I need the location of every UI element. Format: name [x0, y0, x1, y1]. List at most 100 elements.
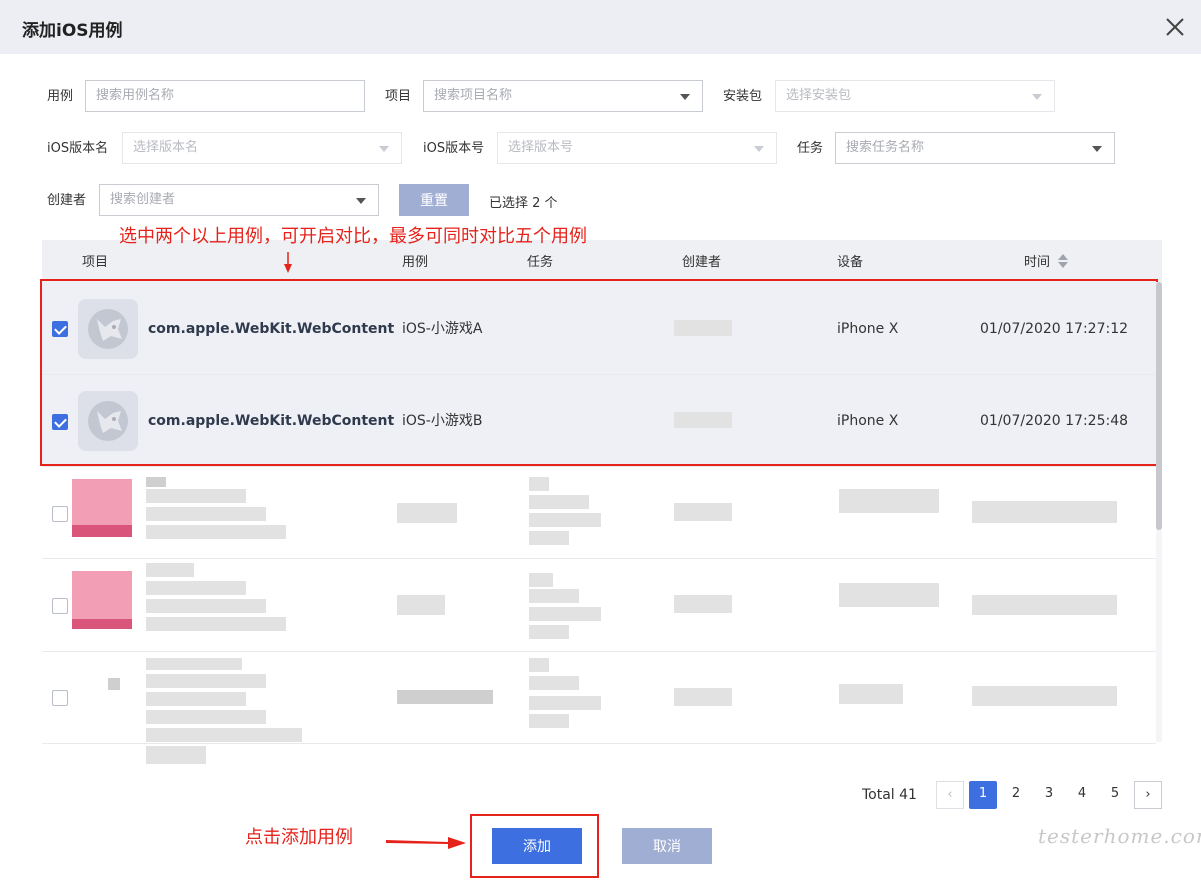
package-filter-label: 安装包 — [723, 89, 763, 104]
page-button-2[interactable]: 2 — [1002, 781, 1030, 809]
project-blurred — [146, 674, 266, 688]
dialog-title: 添加iOS用例 — [22, 21, 123, 41]
package-select-placeholder: 选择安装包 — [786, 88, 852, 103]
creator-select[interactable]: 搜索创建者 — [99, 184, 379, 216]
case-search-input[interactable]: 搜索用例名称 — [85, 80, 365, 112]
task-filter-label: 任务 — [797, 141, 824, 156]
compare-hint-annotation: 选中两个以上用例，可开启对比，最多可同时对比五个用例 — [119, 226, 587, 247]
row-time: 01/07/2020 17:25:48 — [980, 413, 1129, 429]
ios-version-code-label: iOS版本号 — [423, 141, 485, 156]
task-blurred — [529, 495, 589, 509]
column-header-task: 任务 — [527, 255, 554, 270]
chevron-down-icon — [754, 146, 764, 152]
package-select[interactable]: 选择安装包 — [775, 80, 1055, 112]
project-blurred — [146, 658, 242, 670]
arrow-right-icon — [386, 837, 466, 849]
task-blurred — [529, 658, 549, 672]
page-button-5[interactable]: 5 — [1101, 781, 1129, 809]
selected-count: 已选择 2 个 — [489, 196, 558, 211]
chevron-down-icon — [379, 146, 389, 152]
task-blurred — [529, 531, 569, 545]
table-row[interactable] — [42, 652, 1156, 744]
task-blurred — [529, 589, 579, 603]
project-select[interactable]: 搜索项目名称 — [423, 80, 703, 112]
chevron-down-icon — [1092, 146, 1102, 152]
next-page-button[interactable]: › — [1134, 781, 1162, 809]
task-blurred — [529, 714, 569, 728]
project-blurred — [146, 746, 206, 764]
row-checkbox[interactable] — [52, 598, 68, 614]
watermark: testerhome.com — [1038, 824, 1201, 848]
project-blurred — [146, 507, 266, 521]
project-blurred — [146, 477, 166, 487]
project-blurred — [146, 599, 266, 613]
task-blurred — [529, 607, 601, 621]
project-blurred — [146, 525, 286, 539]
column-header-time[interactable]: 时间 — [1024, 255, 1050, 271]
project-blurred — [146, 617, 286, 631]
row-checkbox[interactable] — [52, 506, 68, 522]
column-header-creator: 创建者 — [682, 255, 722, 270]
cancel-button[interactable]: 取消 — [622, 828, 712, 864]
ios-version-name-placeholder: 选择版本名 — [133, 140, 199, 155]
page-button-1[interactable]: 1 — [969, 781, 997, 809]
task-blurred — [529, 573, 553, 587]
task-blurred — [529, 513, 601, 527]
close-button[interactable] — [1160, 12, 1190, 42]
device-blurred — [839, 684, 903, 704]
row-project: com.apple.WebKit.WebContent — [148, 413, 395, 429]
table-row[interactable] — [42, 559, 1156, 652]
row-checkbox[interactable] — [52, 321, 68, 337]
ios-version-name-select[interactable]: 选择版本名 — [122, 132, 402, 164]
project-blurred — [146, 692, 246, 706]
table-row[interactable]: com.apple.WebKit.WebContent iOS-小游戏B iPh… — [42, 375, 1156, 467]
dialog-header: 添加iOS用例 — [0, 0, 1201, 54]
ios-version-code-placeholder: 选择版本号 — [508, 140, 574, 155]
page-button-4[interactable]: 4 — [1068, 781, 1096, 809]
creator-blurred — [674, 503, 732, 521]
column-header-project: 项目 — [82, 255, 109, 270]
table-row[interactable] — [42, 467, 1156, 559]
row-project: com.apple.WebKit.WebContent — [148, 321, 395, 337]
device-blurred — [839, 583, 939, 607]
fox-logo-icon — [88, 309, 128, 349]
project-blurred — [146, 728, 302, 742]
row-checkbox[interactable] — [52, 690, 68, 706]
column-header-case: 用例 — [402, 255, 429, 270]
row-device: iPhone X — [837, 321, 899, 337]
project-select-placeholder: 搜索项目名称 — [434, 88, 513, 103]
time-blurred — [972, 595, 1117, 615]
creator-select-placeholder: 搜索创建者 — [110, 192, 176, 207]
app-icon — [78, 391, 138, 451]
ios-version-name-label: iOS版本名 — [47, 141, 109, 156]
project-filter-label: 项目 — [385, 89, 412, 104]
task-select[interactable]: 搜索任务名称 — [835, 132, 1115, 164]
table-row[interactable]: com.apple.WebKit.WebContent iOS-小游戏A iPh… — [42, 282, 1156, 375]
project-blurred — [146, 563, 194, 577]
add-hint-annotation: 点击添加用例 — [245, 827, 353, 848]
creator-blurred — [674, 688, 732, 706]
reset-button[interactable]: 重置 — [399, 184, 469, 216]
device-blurred — [839, 489, 939, 513]
chevron-down-icon — [356, 198, 366, 204]
row-case: iOS-小游戏B — [402, 413, 483, 429]
case-blurred — [397, 503, 457, 523]
sort-icon[interactable] — [1058, 253, 1068, 269]
creator-blurred — [674, 412, 732, 428]
time-blurred — [972, 501, 1117, 523]
project-blurred — [146, 581, 246, 595]
ios-version-code-select[interactable]: 选择版本号 — [497, 132, 777, 164]
column-header-device: 设备 — [837, 255, 864, 270]
add-button[interactable]: 添加 — [492, 828, 582, 864]
fox-logo-icon — [88, 401, 128, 441]
app-icon-blurred — [72, 619, 132, 629]
app-icon-blurred — [108, 678, 120, 690]
row-device: iPhone X — [837, 413, 899, 429]
case-filter-label: 用例 — [47, 89, 74, 104]
creator-blurred — [674, 595, 732, 613]
row-checkbox[interactable] — [52, 414, 68, 430]
case-blurred — [397, 595, 445, 615]
prev-page-button[interactable]: ‹ — [936, 781, 964, 809]
table-scrollbar-thumb[interactable] — [1156, 282, 1162, 530]
page-button-3[interactable]: 3 — [1035, 781, 1063, 809]
